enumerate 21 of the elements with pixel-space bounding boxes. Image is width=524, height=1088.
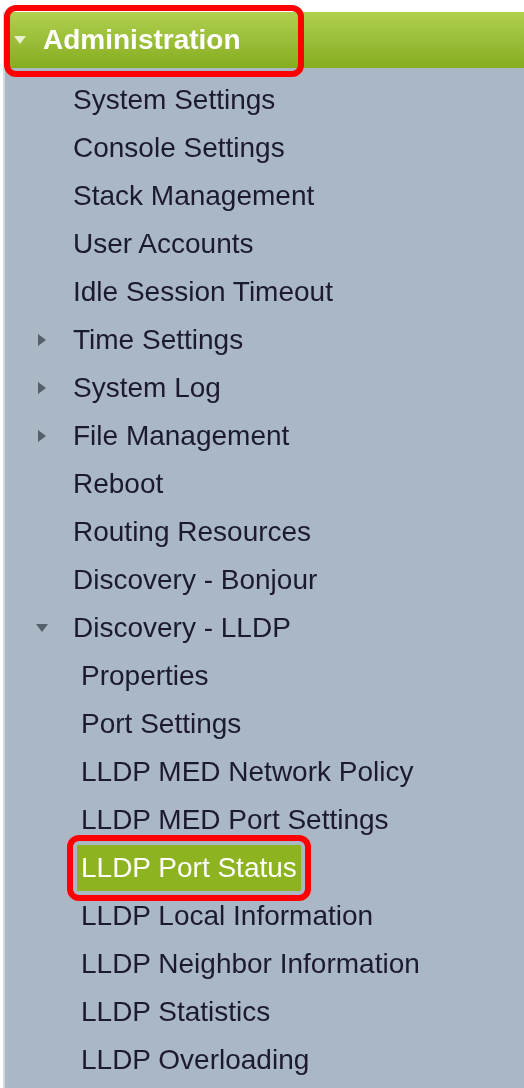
menu-item[interactable]: File Management (5, 412, 524, 460)
menu-item[interactable]: System Settings (5, 76, 524, 124)
header-label: Administration (43, 23, 241, 57)
menu-item[interactable]: Stack Management (5, 172, 524, 220)
submenu-item[interactable]: LLDP Overloading (77, 1037, 314, 1083)
menu-item[interactable]: Idle Session Timeout (5, 268, 524, 316)
menu-item[interactable]: User Accounts (5, 220, 524, 268)
submenu-item[interactable]: Port Settings (77, 701, 246, 747)
menu-item[interactable]: Routing Resources (5, 508, 524, 556)
submenu-item[interactable]: Properties (77, 653, 213, 699)
menu-item[interactable]: Time Settings (5, 316, 524, 364)
menu-item[interactable]: System Log (5, 364, 524, 412)
menu-item[interactable]: Discovery - Bonjour (5, 556, 524, 604)
submenu-item[interactable]: LLDP Statistics (77, 989, 275, 1035)
submenu-item[interactable]: LLDP MED Port Settings (77, 797, 393, 843)
menu-item[interactable]: Reboot (5, 460, 524, 508)
menu-item[interactable]: Discovery - LLDP (5, 604, 524, 652)
submenu-item[interactable]: LLDP MED Network Policy (77, 749, 418, 795)
menu-item[interactable]: Console Settings (5, 124, 524, 172)
submenu-item[interactable]: LLDP Neighbor Information (77, 941, 424, 987)
submenu-item[interactable]: LLDP Local Information (77, 893, 378, 939)
